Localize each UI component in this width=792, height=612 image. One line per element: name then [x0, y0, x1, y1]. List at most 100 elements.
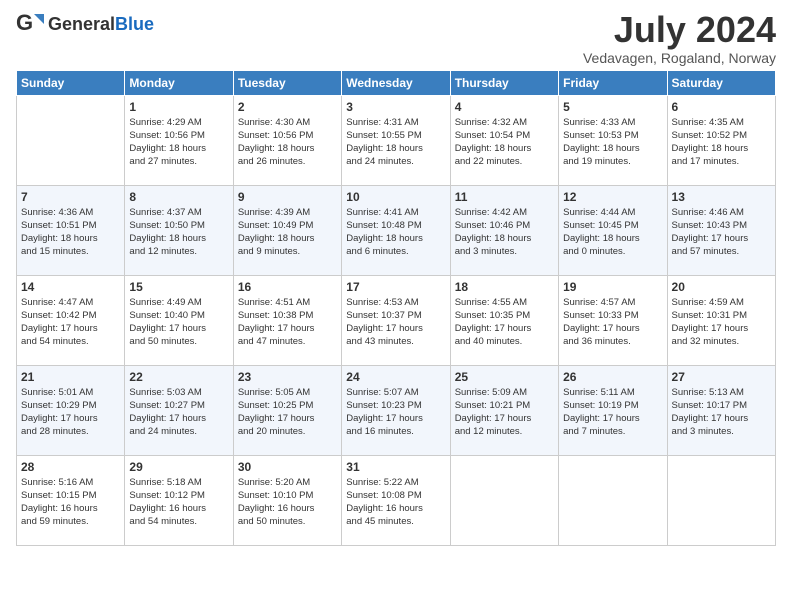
calendar-cell: 12 Sunrise: 4:44 AM Sunset: 10:45 PM Dayl… — [559, 185, 667, 275]
calendar-cell: 3Sunrise: 4:31 AM Sunset: 10:55 PM Dayli… — [342, 95, 450, 185]
calendar-cell: 8Sunrise: 4:37 AM Sunset: 10:50 PM Dayli… — [125, 185, 233, 275]
calendar-cell: 6 Sunrise: 4:35 AM Sunset: 10:52 PM Dayli… — [667, 95, 775, 185]
day-number: 20 — [672, 280, 771, 294]
day-info: Sunrise: 4:36 AM Sunset: 10:51 PM Daylig… — [21, 206, 120, 259]
calendar-cell: 22Sunrise: 5:03 AM Sunset: 10:27 PM Dayl… — [125, 365, 233, 455]
day-info: Sunrise: 4:39 AM Sunset: 10:49 PM Daylig… — [238, 206, 337, 259]
day-info: Sunrise: 5:16 AM Sunset: 10:15 PM Daylig… — [21, 476, 120, 529]
day-number: 30 — [238, 460, 337, 474]
day-info: Sunrise: 5:22 AM Sunset: 10:08 PM Daylig… — [346, 476, 445, 529]
day-info: Sunrise: 4:42 AM Sunset: 10:46 PM Daylig… — [455, 206, 554, 259]
calendar-header-row: SundayMondayTuesdayWednesdayThursdayFrid… — [17, 70, 776, 95]
day-number: 27 — [672, 370, 771, 384]
day-number: 15 — [129, 280, 228, 294]
calendar-cell: 24 Sunrise: 5:07 AM Sunset: 10:23 PM Dayl… — [342, 365, 450, 455]
calendar-body: 1 Sunrise: 4:29 AM Sunset: 10:56 PM Dayli… — [17, 95, 776, 545]
calendar-cell: 16 Sunrise: 4:51 AM Sunset: 10:38 PM Dayl… — [233, 275, 341, 365]
calendar-week-row: 1 Sunrise: 4:29 AM Sunset: 10:56 PM Dayli… — [17, 95, 776, 185]
day-info: Sunrise: 5:03 AM Sunset: 10:27 PM Daylig… — [129, 386, 228, 439]
day-number: 12 — [563, 190, 662, 204]
day-info: Sunrise: 5:05 AM Sunset: 10:25 PM Daylig… — [238, 386, 337, 439]
calendar-cell: 11Sunrise: 4:42 AM Sunset: 10:46 PM Dayl… — [450, 185, 558, 275]
day-number: 29 — [129, 460, 228, 474]
day-info: Sunrise: 5:20 AM Sunset: 10:10 PM Daylig… — [238, 476, 337, 529]
month-title: July 2024 — [583, 10, 776, 50]
day-number: 24 — [346, 370, 445, 384]
day-number: 21 — [21, 370, 120, 384]
calendar-cell: 25 Sunrise: 5:09 AM Sunset: 10:21 PM Dayl… — [450, 365, 558, 455]
day-info: Sunrise: 4:47 AM Sunset: 10:42 PM Daylig… — [21, 296, 120, 349]
calendar-cell: 18Sunrise: 4:55 AM Sunset: 10:35 PM Dayl… — [450, 275, 558, 365]
logo-icon: G — [16, 10, 44, 38]
title-block: July 2024 Vedavagen, Rogaland, Norway — [583, 10, 776, 66]
calendar-cell: 20Sunrise: 4:59 AM Sunset: 10:31 PM Dayl… — [667, 275, 775, 365]
logo-text-general: General — [48, 14, 115, 34]
calendar-cell: 4 Sunrise: 4:32 AM Sunset: 10:54 PM Dayli… — [450, 95, 558, 185]
header-day-friday: Friday — [559, 70, 667, 95]
calendar-cell — [17, 95, 125, 185]
calendar-cell: 30 Sunrise: 5:20 AM Sunset: 10:10 PM Dayl… — [233, 455, 341, 545]
day-info: Sunrise: 5:11 AM Sunset: 10:19 PM Daylig… — [563, 386, 662, 439]
day-number: 10 — [346, 190, 445, 204]
day-number: 26 — [563, 370, 662, 384]
day-info: Sunrise: 4:44 AM Sunset: 10:45 PM Daylig… — [563, 206, 662, 259]
day-number: 6 — [672, 100, 771, 114]
calendar-cell: 26 Sunrise: 5:11 AM Sunset: 10:19 PM Dayl… — [559, 365, 667, 455]
day-number: 18 — [455, 280, 554, 294]
calendar-cell: 29 Sunrise: 5:18 AM Sunset: 10:12 PM Dayl… — [125, 455, 233, 545]
day-number: 31 — [346, 460, 445, 474]
calendar-week-row: 28 Sunrise: 5:16 AM Sunset: 10:15 PM Dayl… — [17, 455, 776, 545]
calendar-cell: 10 Sunrise: 4:41 AM Sunset: 10:48 PM Dayl… — [342, 185, 450, 275]
day-info: Sunrise: 4:33 AM Sunset: 10:53 PM Daylig… — [563, 116, 662, 169]
day-number: 1 — [129, 100, 228, 114]
calendar-week-row: 7 Sunrise: 4:36 AM Sunset: 10:51 PM Dayli… — [17, 185, 776, 275]
day-info: Sunrise: 4:32 AM Sunset: 10:54 PM Daylig… — [455, 116, 554, 169]
day-number: 4 — [455, 100, 554, 114]
day-number: 19 — [563, 280, 662, 294]
day-info: Sunrise: 4:57 AM Sunset: 10:33 PM Daylig… — [563, 296, 662, 349]
day-info: Sunrise: 4:35 AM Sunset: 10:52 PM Daylig… — [672, 116, 771, 169]
calendar-cell: 7 Sunrise: 4:36 AM Sunset: 10:51 PM Dayli… — [17, 185, 125, 275]
day-number: 13 — [672, 190, 771, 204]
day-number: 25 — [455, 370, 554, 384]
day-info: Sunrise: 4:46 AM Sunset: 10:43 PM Daylig… — [672, 206, 771, 259]
calendar-cell: 9 Sunrise: 4:39 AM Sunset: 10:49 PM Dayli… — [233, 185, 341, 275]
day-number: 16 — [238, 280, 337, 294]
day-number: 28 — [21, 460, 120, 474]
calendar-cell: 1 Sunrise: 4:29 AM Sunset: 10:56 PM Dayli… — [125, 95, 233, 185]
calendar-cell: 31 Sunrise: 5:22 AM Sunset: 10:08 PM Dayl… — [342, 455, 450, 545]
calendar-cell — [450, 455, 558, 545]
day-info: Sunrise: 5:07 AM Sunset: 10:23 PM Daylig… — [346, 386, 445, 439]
day-number: 7 — [21, 190, 120, 204]
header-day-tuesday: Tuesday — [233, 70, 341, 95]
day-info: Sunrise: 5:01 AM Sunset: 10:29 PM Daylig… — [21, 386, 120, 439]
header-day-thursday: Thursday — [450, 70, 558, 95]
header: G GeneralBlue July 2024 Vedavagen, Rogal… — [16, 10, 776, 66]
day-number: 5 — [563, 100, 662, 114]
day-number: 14 — [21, 280, 120, 294]
calendar-week-row: 14 Sunrise: 4:47 AM Sunset: 10:42 PM Dayl… — [17, 275, 776, 365]
day-info: Sunrise: 5:13 AM Sunset: 10:17 PM Daylig… — [672, 386, 771, 439]
calendar-cell: 15Sunrise: 4:49 AM Sunset: 10:40 PM Dayl… — [125, 275, 233, 365]
calendar-table: SundayMondayTuesdayWednesdayThursdayFrid… — [16, 70, 776, 546]
location-subtitle: Vedavagen, Rogaland, Norway — [583, 50, 776, 66]
calendar-cell: 19 Sunrise: 4:57 AM Sunset: 10:33 PM Dayl… — [559, 275, 667, 365]
day-number: 9 — [238, 190, 337, 204]
day-number: 17 — [346, 280, 445, 294]
calendar-cell: 2 Sunrise: 4:30 AM Sunset: 10:56 PM Dayli… — [233, 95, 341, 185]
day-info: Sunrise: 4:53 AM Sunset: 10:37 PM Daylig… — [346, 296, 445, 349]
day-info: Sunrise: 4:41 AM Sunset: 10:48 PM Daylig… — [346, 206, 445, 259]
day-number: 2 — [238, 100, 337, 114]
day-info: Sunrise: 5:09 AM Sunset: 10:21 PM Daylig… — [455, 386, 554, 439]
day-info: Sunrise: 4:29 AM Sunset: 10:56 PM Daylig… — [129, 116, 228, 169]
logo-text-blue: Blue — [115, 14, 154, 34]
calendar-cell — [559, 455, 667, 545]
calendar-cell: 14 Sunrise: 4:47 AM Sunset: 10:42 PM Dayl… — [17, 275, 125, 365]
header-day-wednesday: Wednesday — [342, 70, 450, 95]
header-day-saturday: Saturday — [667, 70, 775, 95]
day-info: Sunrise: 4:51 AM Sunset: 10:38 PM Daylig… — [238, 296, 337, 349]
calendar-week-row: 21 Sunrise: 5:01 AM Sunset: 10:29 PM Dayl… — [17, 365, 776, 455]
day-number: 3 — [346, 100, 445, 114]
day-info: Sunrise: 4:30 AM Sunset: 10:56 PM Daylig… — [238, 116, 337, 169]
day-info: Sunrise: 5:18 AM Sunset: 10:12 PM Daylig… — [129, 476, 228, 529]
